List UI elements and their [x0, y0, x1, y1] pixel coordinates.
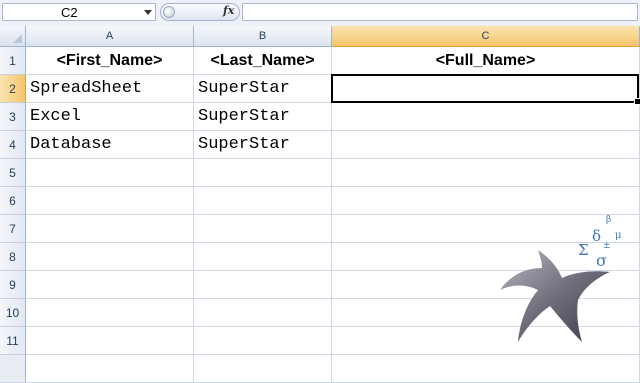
cell-c5[interactable]	[332, 159, 640, 187]
spreadsheet-superstar-logo: Σ δ β μ ± σ	[500, 210, 635, 350]
resize-handle-icon[interactable]	[163, 6, 175, 18]
cell-a8[interactable]	[26, 243, 194, 271]
cell-a2-text: SpreadSheet	[30, 79, 143, 98]
mu-symbol: μ	[615, 230, 622, 241]
column-header-b[interactable]: B	[194, 26, 332, 47]
name-box-value: C2	[61, 5, 78, 20]
column-header-c[interactable]: C	[332, 26, 640, 47]
cell-b10[interactable]	[194, 299, 332, 327]
cell-b3-text: SuperStar	[198, 107, 290, 126]
cell-b2-text: SuperStar	[198, 79, 290, 98]
cell-a10[interactable]	[26, 299, 194, 327]
cell-a9[interactable]	[26, 271, 194, 299]
cell-a4[interactable]: Database	[26, 131, 194, 159]
cell-b1-text: <Last_Name>	[210, 52, 315, 69]
column-header-a[interactable]: A	[26, 26, 194, 47]
cell-a3-text: Excel	[30, 107, 82, 126]
cell-a11[interactable]	[26, 327, 194, 355]
cell-a4-text: Database	[30, 135, 112, 154]
cell-a12[interactable]	[26, 355, 194, 383]
row-header-10[interactable]: 10	[0, 299, 26, 327]
cell-a6[interactable]	[26, 187, 194, 215]
beta-symbol: β	[606, 215, 611, 225]
cell-c3[interactable]	[332, 103, 640, 131]
row-header-12[interactable]	[0, 355, 26, 383]
row-header-11[interactable]: 11	[0, 327, 26, 355]
fill-handle[interactable]	[634, 98, 640, 105]
cell-c1-text: <Full_Name>	[435, 52, 536, 69]
sigma-small-symbol: σ	[596, 251, 607, 270]
select-all-icon	[13, 34, 22, 43]
cell-c1[interactable]: <Full_Name>	[332, 47, 640, 75]
cell-b7[interactable]	[194, 215, 332, 243]
cell-c4[interactable]	[332, 131, 640, 159]
cell-b8[interactable]	[194, 243, 332, 271]
row-header-4[interactable]: 4	[0, 131, 26, 159]
cell-b6[interactable]	[194, 187, 332, 215]
cell-b3[interactable]: SuperStar	[194, 103, 332, 131]
cell-b4-text: SuperStar	[198, 135, 290, 154]
sigma-symbol: Σ	[578, 241, 589, 259]
formula-input[interactable]	[242, 3, 638, 21]
row-header-5[interactable]: 5	[0, 159, 26, 187]
row-header-3[interactable]: 3	[0, 103, 26, 131]
plusminus-symbol: ±	[603, 241, 611, 251]
cell-b11[interactable]	[194, 327, 332, 355]
cell-b1[interactable]: <Last_Name>	[194, 47, 332, 75]
cell-a3[interactable]: Excel	[26, 103, 194, 131]
row-header-8[interactable]: 8	[0, 243, 26, 271]
cell-a1[interactable]: <First_Name>	[26, 47, 194, 75]
insert-function-control[interactable]: fx	[160, 3, 240, 21]
cell-a7[interactable]	[26, 215, 194, 243]
cell-a5[interactable]	[26, 159, 194, 187]
cell-a2[interactable]: SpreadSheet	[26, 75, 194, 103]
row-header-2[interactable]: 2	[0, 75, 26, 103]
cell-a1-text: <First_Name>	[56, 52, 163, 69]
row-header-6[interactable]: 6	[0, 187, 26, 215]
row-header-9[interactable]: 9	[0, 271, 26, 299]
cell-b4[interactable]: SuperStar	[194, 131, 332, 159]
cell-c12[interactable]	[332, 355, 640, 383]
cell-b9[interactable]	[194, 271, 332, 299]
star-shape	[500, 250, 610, 342]
cell-c2[interactable]	[332, 75, 640, 103]
cell-b5[interactable]	[194, 159, 332, 187]
select-all-button[interactable]	[0, 26, 26, 47]
chevron-down-icon[interactable]	[144, 10, 152, 15]
fx-icon[interactable]: fx	[223, 4, 234, 17]
name-box[interactable]: C2	[2, 3, 156, 21]
star-logo-icon: Σ δ β μ ± σ	[500, 215, 622, 342]
delta-symbol: δ	[592, 227, 601, 245]
cell-b12[interactable]	[194, 355, 332, 383]
formula-bar: C2 fx	[0, 0, 640, 27]
row-header-7[interactable]: 7	[0, 215, 26, 243]
cell-b2[interactable]: SuperStar	[194, 75, 332, 103]
row-header-1[interactable]: 1	[0, 47, 26, 75]
